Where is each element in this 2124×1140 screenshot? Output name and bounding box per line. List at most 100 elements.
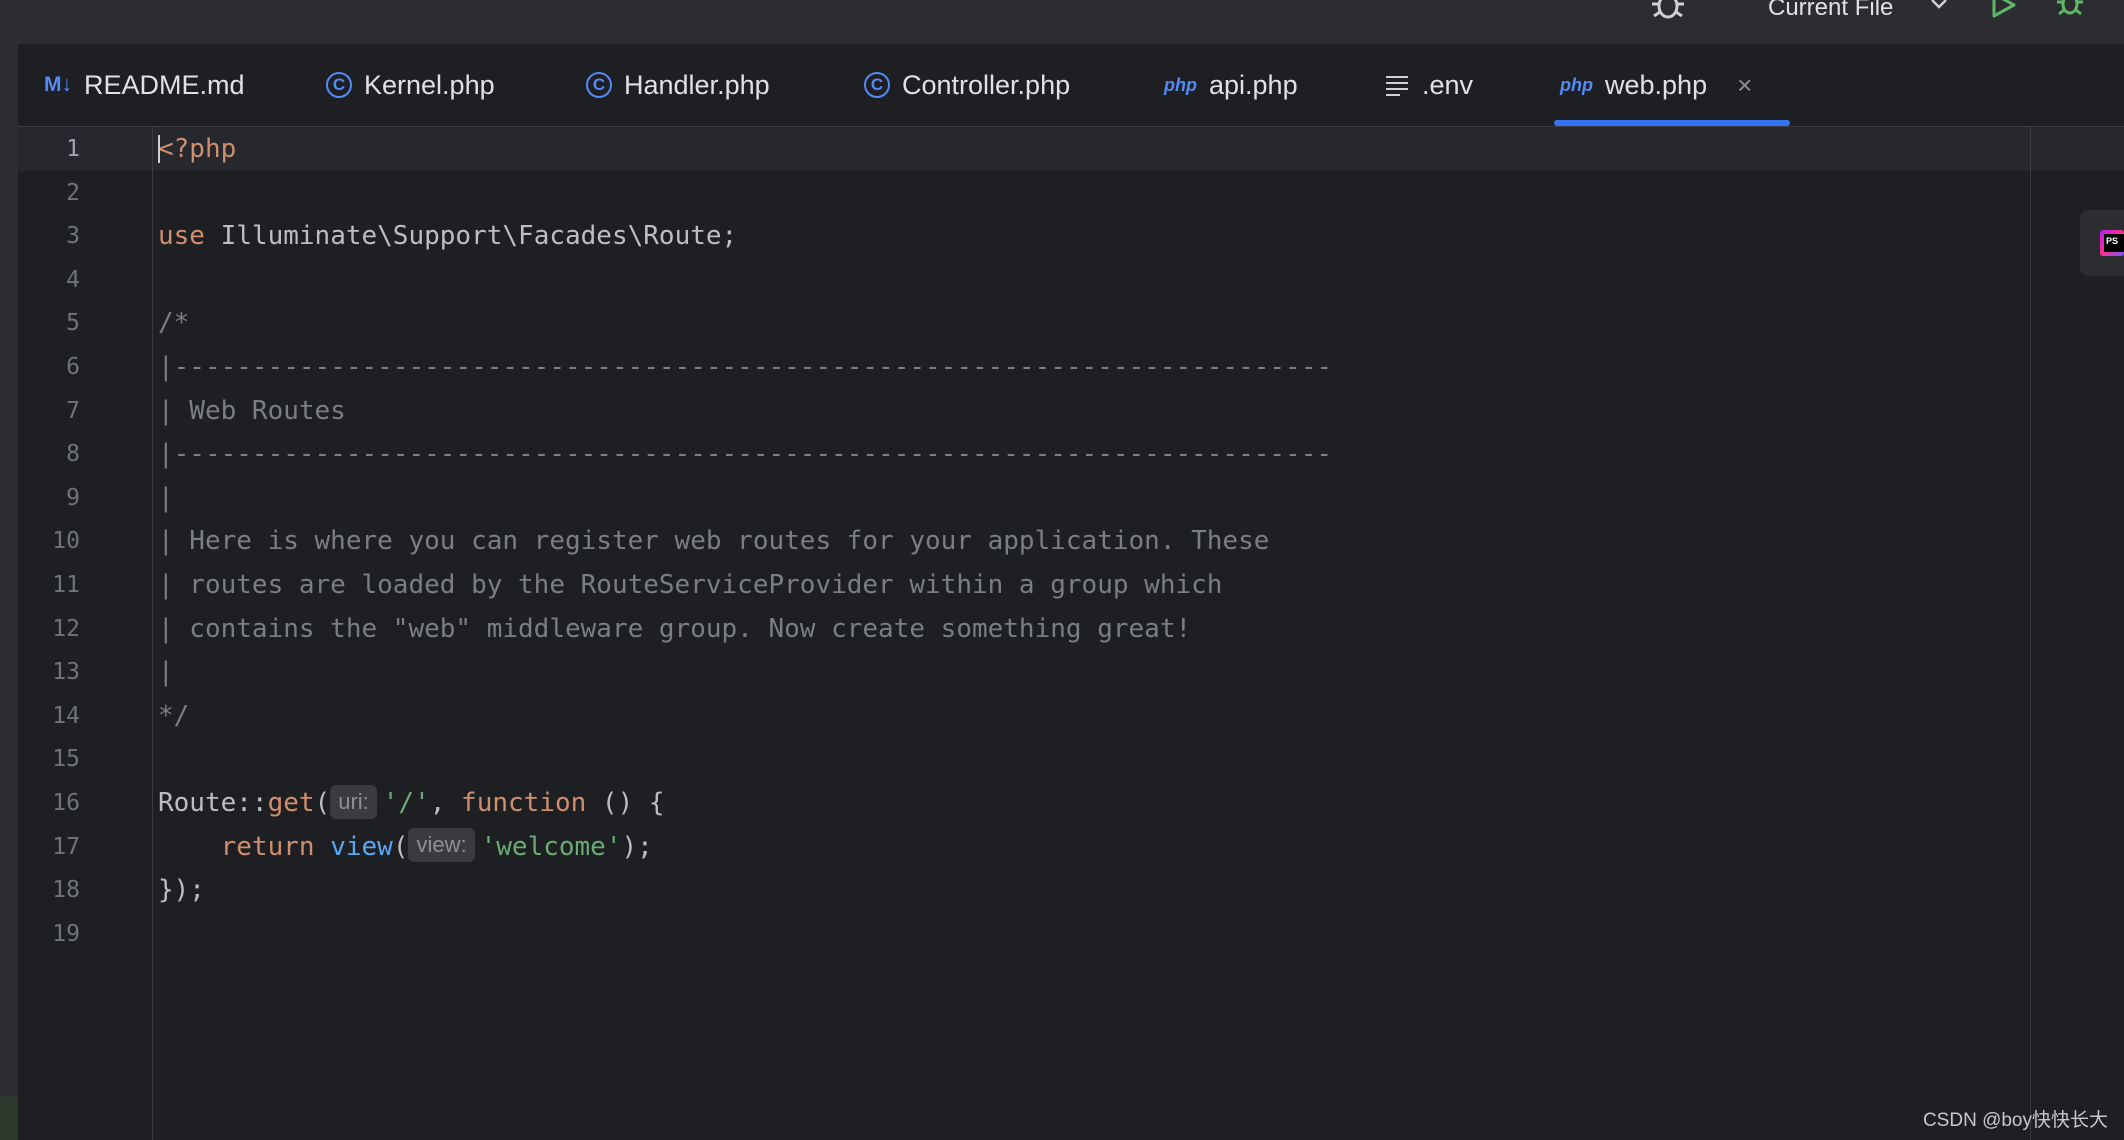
line-number[interactable]: 19 xyxy=(18,912,80,956)
parameter-hint: view: xyxy=(408,828,475,863)
code-text[interactable]: <?php xyxy=(158,127,236,171)
line-number[interactable]: 8 xyxy=(18,432,80,476)
code-line[interactable]: 16 Route::get(uri: '/', function () { xyxy=(18,781,2018,825)
code-line[interactable]: 11 | routes are loaded by the RouteServic… xyxy=(18,563,2018,607)
code-line[interactable]: 5 /* xyxy=(18,301,2018,345)
line-number[interactable]: 9 xyxy=(18,476,80,520)
code-text[interactable]: }); xyxy=(158,868,205,912)
code-line[interactable]: 6 |--------------------------------------… xyxy=(18,345,2018,389)
close-icon[interactable]: × xyxy=(1737,70,1752,101)
tab-label: .env xyxy=(1422,69,1474,100)
tab-label: Handler.php xyxy=(624,69,770,100)
tab-controller[interactable]: C Controller.php xyxy=(864,44,1070,126)
code-text[interactable]: | routes are loaded by the RouteServiceP… xyxy=(158,563,1222,607)
code-text[interactable]: | Here is where you can register web rou… xyxy=(158,519,1269,563)
tab-readme[interactable]: M↓ README.md xyxy=(44,44,245,126)
line-number[interactable]: 7 xyxy=(18,389,80,433)
code-token: | contains the "web" middleware group. N… xyxy=(158,613,1192,644)
code-line[interactable]: 15 xyxy=(18,737,2018,781)
line-number[interactable]: 13 xyxy=(18,650,80,694)
code-token: , xyxy=(429,788,462,818)
line-number[interactable]: 15 xyxy=(18,737,80,781)
debug-bug-icon[interactable] xyxy=(1648,0,1688,29)
tab-kernel[interactable]: C Kernel.php xyxy=(326,44,495,126)
tab-label: Kernel.php xyxy=(364,69,495,100)
svg-text:PS: PS xyxy=(2106,236,2118,246)
code-text[interactable]: return view(view:'welcome'); xyxy=(158,825,653,869)
editor-tab-bar: M↓ README.md C Kernel.php C Handler.php … xyxy=(18,44,2124,127)
line-number[interactable]: 3 xyxy=(18,214,80,258)
tab-label: Controller.php xyxy=(902,69,1071,100)
code-line[interactable]: 1 <?php xyxy=(18,127,2018,171)
code-line[interactable]: 4 xyxy=(18,258,2018,302)
line-number[interactable]: 4 xyxy=(18,258,80,302)
code-token: view xyxy=(330,831,393,862)
line-number[interactable]: 10 xyxy=(18,519,80,563)
tab-label: web.php xyxy=(1605,69,1708,100)
tab-env[interactable]: .env xyxy=(1384,44,1473,126)
code-token: return xyxy=(220,831,315,862)
tab-web-active[interactable]: php web.php × xyxy=(1560,44,1752,126)
watermark: CSDN @boy快快长大 xyxy=(1922,1110,2108,1131)
code-line[interactable]: 18}); xyxy=(18,868,2018,912)
run-icon[interactable] xyxy=(1988,0,2018,25)
line-number[interactable]: 5 xyxy=(18,301,80,345)
code-editor[interactable]: 1 <?php 2 3 use Illuminate\Support\Facades\R… xyxy=(18,127,2124,1140)
phpstorm-logo-icon[interactable]: PS xyxy=(2080,210,2124,276)
code-token: <?php xyxy=(158,134,237,164)
line-number[interactable]: 11 xyxy=(18,563,80,607)
debug-icon[interactable] xyxy=(2054,0,2086,25)
code-text[interactable]: /* xyxy=(158,301,189,345)
code-line[interactable]: 9 | xyxy=(18,476,2018,520)
code-text[interactable]: | Web Routes xyxy=(158,389,346,433)
code-text[interactable]: |---------------------------------------… xyxy=(158,432,1332,476)
code-text[interactable]: | xyxy=(158,476,174,520)
line-number[interactable]: 18 xyxy=(18,868,80,912)
parameter-hint: uri: xyxy=(330,784,377,819)
php-icon: php xyxy=(1560,74,1593,95)
markdown-icon: M↓ xyxy=(44,73,72,96)
code-line[interactable]: 17 return view(view:'welcome'); xyxy=(18,825,2018,869)
code-line[interactable]: 10 | Here is where you can register web r… xyxy=(18,519,2018,563)
code-token: ( xyxy=(392,831,409,862)
text-caret xyxy=(158,135,160,163)
tab-handler[interactable]: C Handler.php xyxy=(586,44,770,126)
main-toolbar: Current File xyxy=(0,0,2124,45)
line-number[interactable]: 17 xyxy=(18,825,80,869)
code-line[interactable]: 13 | xyxy=(18,650,2018,694)
code-token: |---------------------------------------… xyxy=(158,439,1332,470)
code-token: '/' xyxy=(382,788,430,818)
code-line[interactable]: 8 |--------------------------------------… xyxy=(18,432,2018,476)
code-text[interactable]: use Illuminate\Support\Facades\Route; xyxy=(158,214,737,258)
code-token: ); xyxy=(621,831,653,862)
code-text[interactable]: | contains the "web" middleware group. N… xyxy=(158,607,1191,651)
code-line[interactable]: 19 xyxy=(18,912,2018,956)
code-line[interactable]: 2 xyxy=(18,171,2018,215)
class-icon: C xyxy=(864,72,890,98)
run-configuration-selector[interactable]: Current File xyxy=(1768,0,1893,22)
line-number[interactable]: 1 xyxy=(18,127,80,171)
line-number[interactable]: 12 xyxy=(18,607,80,651)
code-line[interactable]: 3 use Illuminate\Support\Facades\Route; xyxy=(18,214,2018,258)
code-line[interactable]: 14 */ xyxy=(18,694,2018,738)
code-line[interactable]: 12 | contains the "web" middleware group.… xyxy=(18,607,2018,651)
code-text[interactable]: Route::get(uri: '/', function () { xyxy=(158,781,665,825)
class-icon: C xyxy=(586,72,612,98)
code-line[interactable]: 7 | Web Routes xyxy=(18,389,2018,433)
tab-api[interactable]: php api.php xyxy=(1164,44,1298,126)
code-token: () { xyxy=(586,788,665,818)
code-token: | xyxy=(158,482,174,513)
php-icon: php xyxy=(1164,74,1197,95)
code-text[interactable]: */ xyxy=(158,694,189,738)
line-number[interactable]: 14 xyxy=(18,694,80,738)
code-text[interactable]: |---------------------------------------… xyxy=(158,345,1332,389)
line-number[interactable]: 16 xyxy=(18,781,80,825)
left-tool-strip xyxy=(0,44,18,1140)
code-text[interactable]: | xyxy=(158,650,174,694)
code-token: get xyxy=(267,788,315,818)
line-number[interactable]: 6 xyxy=(18,345,80,389)
chevron-down-icon[interactable] xyxy=(1928,0,1950,19)
line-number[interactable]: 2 xyxy=(18,171,80,215)
